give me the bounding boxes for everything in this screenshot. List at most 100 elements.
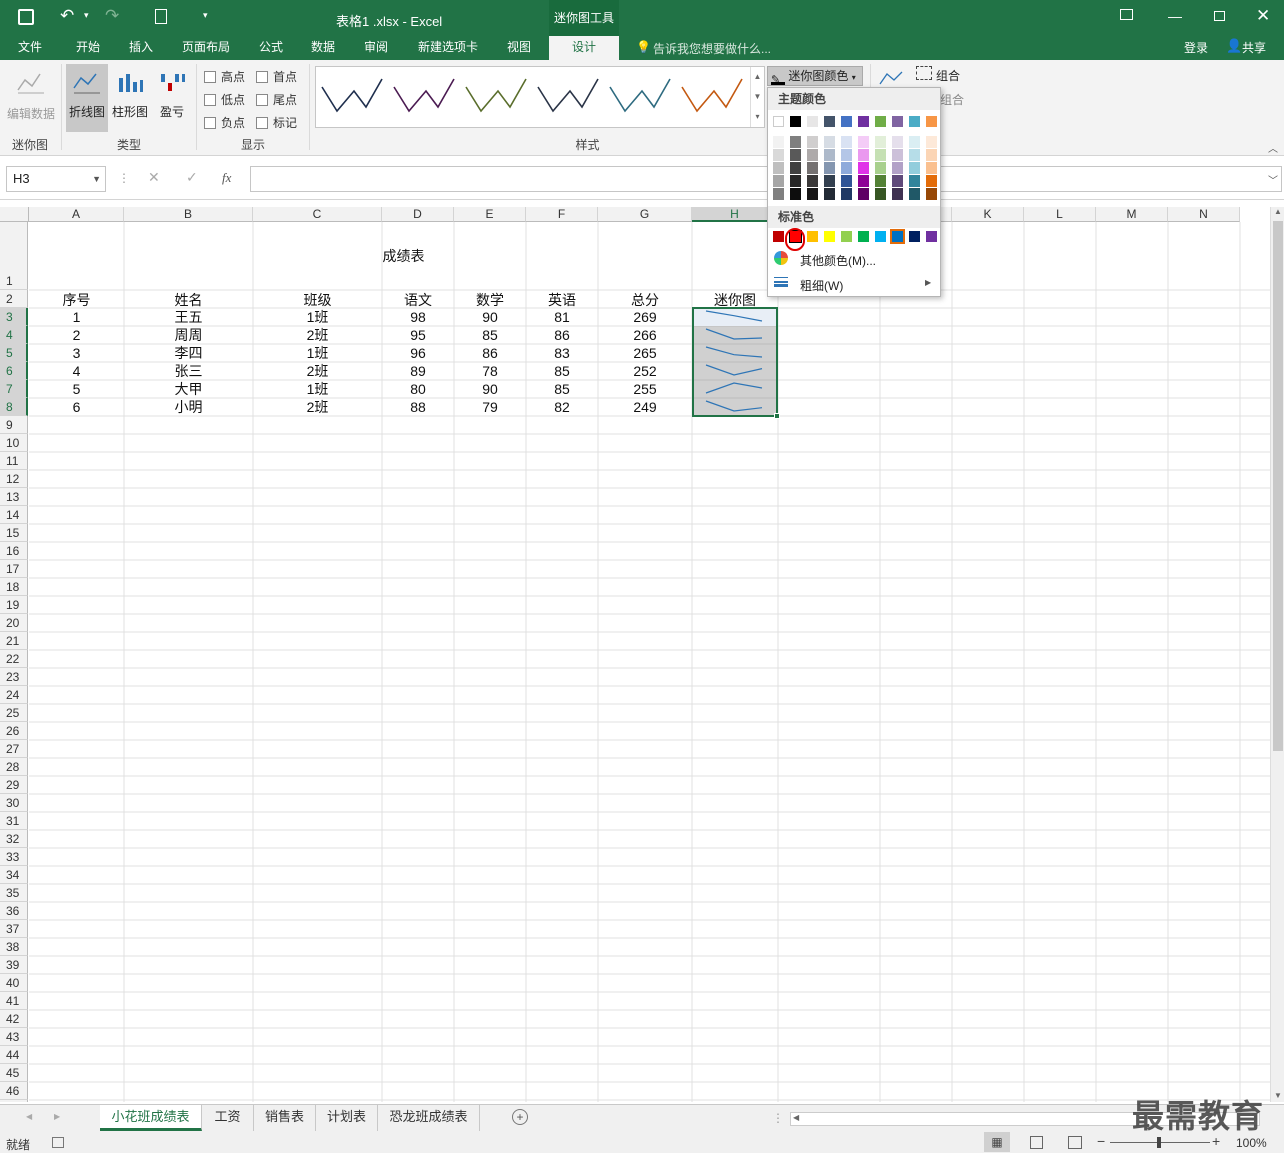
theme-shade-swatch[interactable] xyxy=(875,149,886,161)
gallery-scroll-up[interactable]: ▲ xyxy=(750,67,764,87)
sparkline-color-button[interactable]: ✎ 迷你图颜色 ▾ xyxy=(767,66,863,86)
data-cell[interactable]: 255 xyxy=(598,380,692,398)
zoom-out-icon[interactable]: − xyxy=(1097,1133,1105,1149)
theme-color-swatch[interactable] xyxy=(790,116,801,127)
scroll-left-icon[interactable]: ◀ xyxy=(793,1113,799,1122)
ribbon-collapse-icon[interactable]: ︿ xyxy=(1268,140,1278,155)
theme-shade-swatch[interactable] xyxy=(773,175,784,187)
theme-shade-swatch[interactable] xyxy=(926,149,937,161)
theme-shade-swatch[interactable] xyxy=(824,175,835,187)
tab-split-dots[interactable]: ⋮ xyxy=(772,1111,784,1125)
scroll-thumb[interactable] xyxy=(1273,221,1283,751)
data-cell[interactable]: 80 xyxy=(382,380,454,398)
theme-shade-swatch[interactable] xyxy=(926,188,937,200)
style-thumbnail-5[interactable] xyxy=(609,78,671,113)
theme-shade-swatch[interactable] xyxy=(824,149,835,161)
macro-record-icon[interactable] xyxy=(52,1137,64,1148)
theme-shade-swatch[interactable] xyxy=(807,162,818,174)
weight-item[interactable]: 粗细(W) xyxy=(800,277,843,294)
minimize-icon[interactable]: — xyxy=(1168,8,1182,24)
data-cell[interactable]: 85 xyxy=(526,380,598,398)
tab-design[interactable]: 设计 xyxy=(549,36,619,60)
theme-shade-swatch[interactable] xyxy=(824,136,835,148)
sheet-tab-5[interactable]: 恐龙班成绩表 xyxy=(378,1105,480,1131)
standard-color-swatch[interactable] xyxy=(909,231,920,242)
theme-color-swatch[interactable] xyxy=(773,116,784,127)
expand-formula-icon[interactable]: ﹀ xyxy=(1268,172,1278,187)
enter-icon[interactable]: ✓ xyxy=(186,169,198,186)
theme-shade-swatch[interactable] xyxy=(773,149,784,161)
data-cell[interactable]: 1班 xyxy=(253,380,382,398)
theme-shade-swatch[interactable] xyxy=(875,162,886,174)
negative-point-checkbox[interactable]: 负点 xyxy=(204,114,245,131)
undo-icon[interactable]: ↶ xyxy=(60,6,74,26)
theme-shade-swatch[interactable] xyxy=(773,162,784,174)
data-cell[interactable]: 6 xyxy=(29,398,124,416)
header-cell[interactable]: 数学 xyxy=(454,290,526,308)
data-cell[interactable]: 1 xyxy=(29,308,124,326)
data-cell[interactable]: 265 xyxy=(598,344,692,362)
theme-shade-swatch[interactable] xyxy=(841,162,852,174)
high-point-checkbox[interactable]: 高点 xyxy=(204,68,245,85)
header-cell[interactable]: 班级 xyxy=(253,290,382,308)
data-cell[interactable]: 90 xyxy=(454,380,526,398)
style-thumbnail-6[interactable] xyxy=(681,78,743,113)
theme-shade-swatch[interactable] xyxy=(892,162,903,174)
data-cell[interactable]: 85 xyxy=(454,326,526,344)
header-cell[interactable]: 总分 xyxy=(598,290,692,308)
theme-color-swatch[interactable] xyxy=(807,116,818,127)
theme-shade-swatch[interactable] xyxy=(892,188,903,200)
theme-color-swatch[interactable] xyxy=(875,116,886,127)
data-cell[interactable]: 98 xyxy=(382,308,454,326)
theme-shade-swatch[interactable] xyxy=(858,136,869,148)
group-button[interactable]: 组合 xyxy=(936,67,960,84)
data-cell[interactable]: 1班 xyxy=(253,308,382,326)
theme-shade-swatch[interactable] xyxy=(790,175,801,187)
data-cell[interactable]: 大甲 xyxy=(124,380,253,398)
data-cell[interactable]: 李四 xyxy=(124,344,253,362)
standard-color-swatch[interactable] xyxy=(858,231,869,242)
theme-shade-swatch[interactable] xyxy=(909,149,920,161)
undo-dropdown-icon[interactable]: ▾ xyxy=(84,10,89,21)
close-icon[interactable]: ✕ xyxy=(1256,6,1270,26)
data-cell[interactable]: 83 xyxy=(526,344,598,362)
tab-insert[interactable]: 插入 xyxy=(118,36,164,60)
insert-function-icon[interactable]: fx xyxy=(222,170,231,186)
customize-qat-icon[interactable]: ▾ xyxy=(203,10,208,21)
data-cell[interactable]: 2班 xyxy=(253,398,382,416)
zoom-in-icon[interactable]: + xyxy=(1212,1133,1220,1149)
low-point-checkbox[interactable]: 低点 xyxy=(204,91,245,108)
data-cell[interactable]: 2 xyxy=(29,326,124,344)
theme-color-swatch[interactable] xyxy=(909,116,920,127)
maximize-icon[interactable] xyxy=(1214,11,1225,21)
sheet-tab-3[interactable]: 销售表 xyxy=(254,1105,316,1131)
data-cell[interactable]: 2班 xyxy=(253,362,382,380)
data-cell[interactable]: 86 xyxy=(454,344,526,362)
theme-shade-swatch[interactable] xyxy=(926,136,937,148)
data-cell[interactable]: 266 xyxy=(598,326,692,344)
data-cell[interactable]: 5 xyxy=(29,380,124,398)
theme-shade-swatch[interactable] xyxy=(892,175,903,187)
header-cell[interactable]: 英语 xyxy=(526,290,598,308)
data-cell[interactable]: 81 xyxy=(526,308,598,326)
theme-shade-swatch[interactable] xyxy=(909,162,920,174)
theme-shade-swatch[interactable] xyxy=(773,136,784,148)
theme-shade-swatch[interactable] xyxy=(841,175,852,187)
zoom-level[interactable]: 100% xyxy=(1236,1136,1267,1150)
theme-shade-swatch[interactable] xyxy=(926,162,937,174)
theme-shade-swatch[interactable] xyxy=(841,136,852,148)
data-cell[interactable]: 95 xyxy=(382,326,454,344)
scroll-down-icon[interactable]: ▼ xyxy=(1274,1091,1282,1100)
theme-shade-swatch[interactable] xyxy=(824,188,835,200)
data-cell[interactable]: 4 xyxy=(29,362,124,380)
theme-color-swatch[interactable] xyxy=(841,116,852,127)
style-gallery-items[interactable] xyxy=(316,67,748,127)
sheet-title[interactable]: 成绩表 xyxy=(29,222,778,290)
login-link[interactable]: 登录 xyxy=(1184,39,1208,56)
theme-color-swatch[interactable] xyxy=(858,116,869,127)
tab-data[interactable]: 数据 xyxy=(300,36,346,60)
style-thumbnail-1[interactable] xyxy=(321,78,383,113)
standard-color-swatch[interactable] xyxy=(773,231,784,242)
theme-shade-swatch[interactable] xyxy=(790,162,801,174)
normal-view-icon[interactable]: ▦ xyxy=(984,1132,1010,1152)
